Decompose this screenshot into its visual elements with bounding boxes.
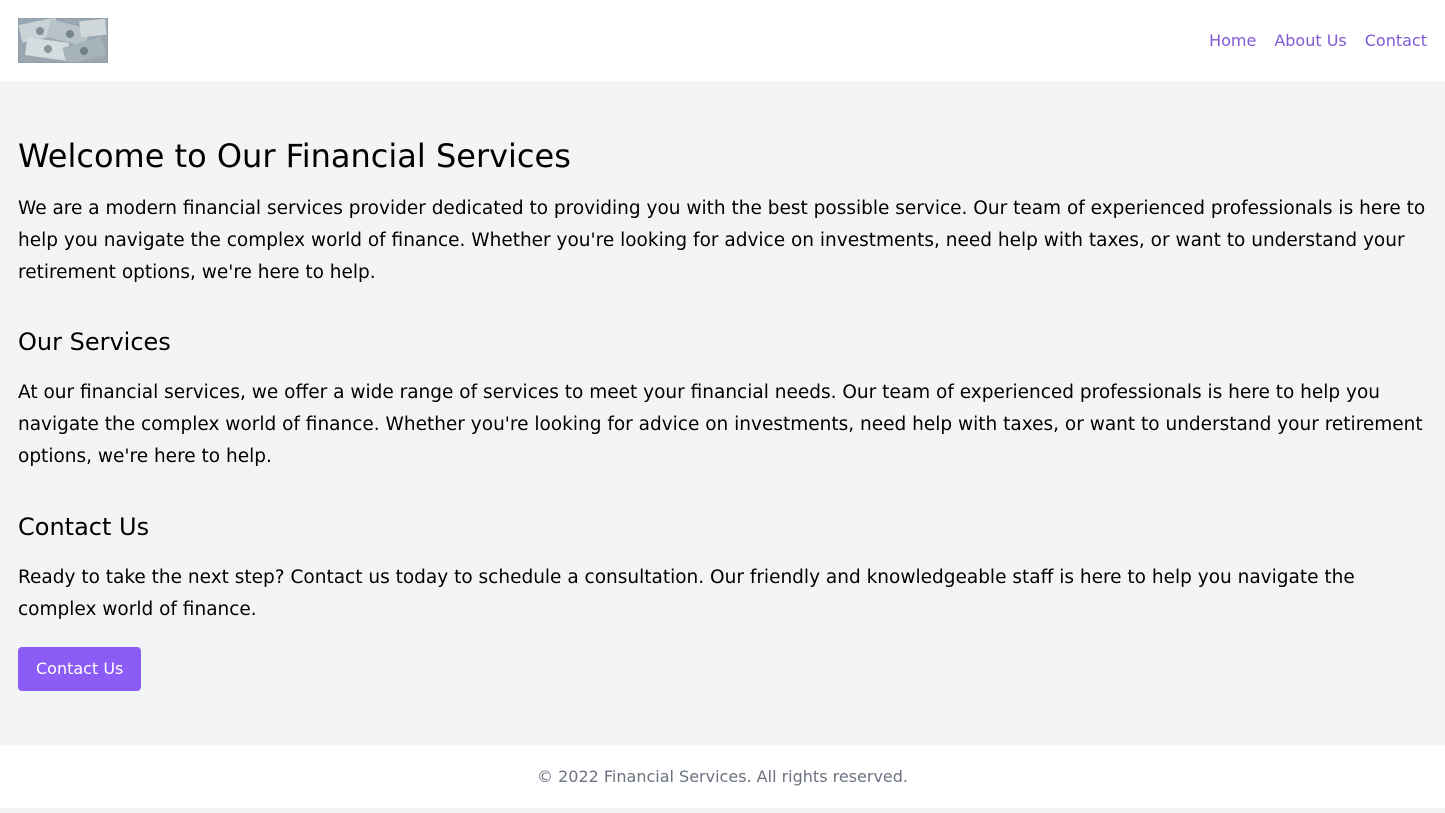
services-section: Our Services At our financial services, …: [18, 327, 1428, 473]
logo-image[interactable]: [18, 18, 108, 63]
contact-section: Contact Us Ready to take the next step? …: [18, 512, 1428, 691]
nav-link-home[interactable]: Home: [1209, 29, 1256, 53]
services-text: At our financial services, we offer a wi…: [18, 382, 1423, 467]
welcome-heading: Welcome to Our Financial Services: [18, 137, 571, 175]
page: Home About Us Contact Welcome to Our Fin…: [0, 0, 1445, 813]
main-nav: Home About Us Contact: [1209, 29, 1427, 53]
site-header: Home About Us Contact: [0, 0, 1445, 81]
nav-link-about-us[interactable]: About Us: [1274, 29, 1346, 53]
copyright-text: © 2022 Financial Services. All rights re…: [537, 767, 908, 786]
welcome-section: Welcome to Our Financial Services We are…: [18, 137, 1428, 289]
welcome-text: We are a modern financial services provi…: [18, 198, 1426, 283]
contact-us-button[interactable]: Contact Us: [18, 647, 142, 691]
contact-text: Ready to take the next step? Contact us …: [18, 567, 1355, 620]
nav-link-contact[interactable]: Contact: [1365, 29, 1427, 53]
services-heading: Our Services: [18, 328, 171, 356]
contact-heading: Contact Us: [18, 513, 150, 541]
site-footer: © 2022 Financial Services. All rights re…: [0, 745, 1445, 808]
